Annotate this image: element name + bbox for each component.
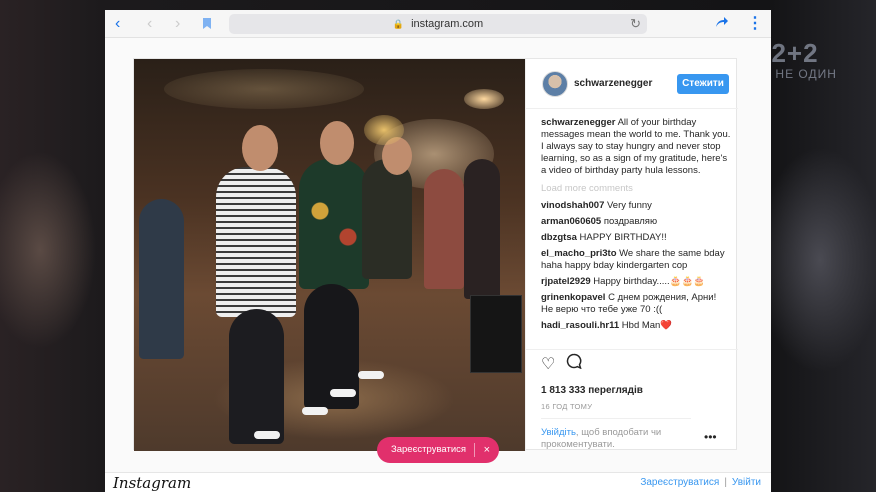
comments-list: schwarzenegger All of your birthday mess… [541,117,731,347]
post-timestamp: 16 ГОД ТОМУ [541,402,593,411]
menu-dots-icon[interactable]: ⋮ [747,14,763,34]
comment-item: el_macho_pri3to We share the same bday h… [541,248,731,272]
instagram-post: schwarzenegger Стежити schwarzenegger Al… [133,58,738,451]
comment-text: HAPPY BIRTHDAY!! [579,232,667,243]
footer-login-link[interactable]: Увійти [732,477,761,488]
comment-username[interactable]: hadi_rasouli.hr11 [541,320,619,331]
comment-text: Hbd Man❤️ [621,320,673,331]
comment-username[interactable]: arman060605 [541,216,601,227]
comment-item: vinodshah007 Very funny [541,200,731,212]
browser-window: ‹ ‹ › 🔒 instagram.com ↻ ⋮ schwarzenegger… [105,10,771,492]
register-banner-divider [474,443,475,457]
comment-item: rjpatel2929 Happy birthday.....🎂🎂🎂 [541,276,731,288]
comment-username[interactable]: el_macho_pri3to [541,248,617,259]
more-dots-icon[interactable]: ••• [704,430,717,444]
register-banner-label: Зареєструватися [391,444,467,455]
post-sidebar: schwarzenegger Стежити schwarzenegger Al… [525,59,738,451]
caption-username[interactable]: schwarzenegger [541,117,615,128]
comment-username[interactable]: vinodshah007 [541,200,604,211]
comment-item: dbzgtsa HAPPY BIRTHDAY!! [541,232,731,244]
comment-text: Happy birthday.....🎂🎂🎂 [593,276,706,287]
view-count: 1 813 333 переглядів [541,385,643,396]
post-header: schwarzenegger Стежити [526,59,738,109]
comment-username[interactable]: dbzgtsa [541,232,577,243]
comment-username[interactable]: rjpatel2929 [541,276,591,287]
footer-links: Зареєструватися | Увійти [640,477,761,488]
avatar[interactable] [542,71,568,97]
footer-register-link[interactable]: Зареєструватися [640,477,719,488]
comment-username[interactable]: grinenkopavel [541,292,605,303]
footer-bar: Instagram Зареєструватися | Увійти [105,472,771,492]
comment-icon[interactable] [566,353,582,374]
follow-button[interactable]: Стежити [677,74,729,94]
instagram-logo[interactable]: Instagram [113,474,191,492]
comment-item: grinenkopavel С днем рождения, Арни! Не … [541,292,731,316]
lock-icon: 🔒 [392,19,404,29]
login-link[interactable]: Увійдіть [541,427,576,438]
post-username[interactable]: schwarzenegger [574,78,652,89]
heart-icon[interactable]: ♡ [541,354,555,374]
comment-text: поздравляю [603,216,658,227]
browser-toolbar: ‹ ‹ › 🔒 instagram.com ↻ ⋮ [105,10,771,38]
post-video[interactable] [134,59,525,451]
back-icon[interactable]: ‹ [115,14,120,34]
login-prompt: Увійдіть, щоб вподобати чи прокоментуват… [541,418,691,451]
post-caption: schwarzenegger All of your birthday mess… [541,117,731,177]
comment-text: Very funny [607,200,652,211]
load-more-comments[interactable]: Load more comments [541,183,731,195]
back-disabled-icon[interactable]: ‹ [147,14,152,34]
address-text: instagram.com [411,18,484,30]
forward-icon[interactable]: › [175,14,180,34]
post-actions: ♡ 1 813 333 переглядів 16 ГОД ТОМУ Увійд… [526,349,738,451]
footer-divider: | [724,477,727,488]
share-icon[interactable] [714,15,728,35]
close-icon[interactable]: × [484,437,490,463]
reload-icon[interactable]: ↻ [630,14,641,34]
comment-item: hadi_rasouli.hr11 Hbd Man❤️ [541,320,731,332]
address-bar[interactable]: 🔒 instagram.com ↻ [229,14,647,34]
bookmark-icon[interactable] [202,16,212,36]
register-banner[interactable]: Зареєструватися × [377,437,499,463]
comment-item: arman060605 поздравляю [541,216,731,228]
